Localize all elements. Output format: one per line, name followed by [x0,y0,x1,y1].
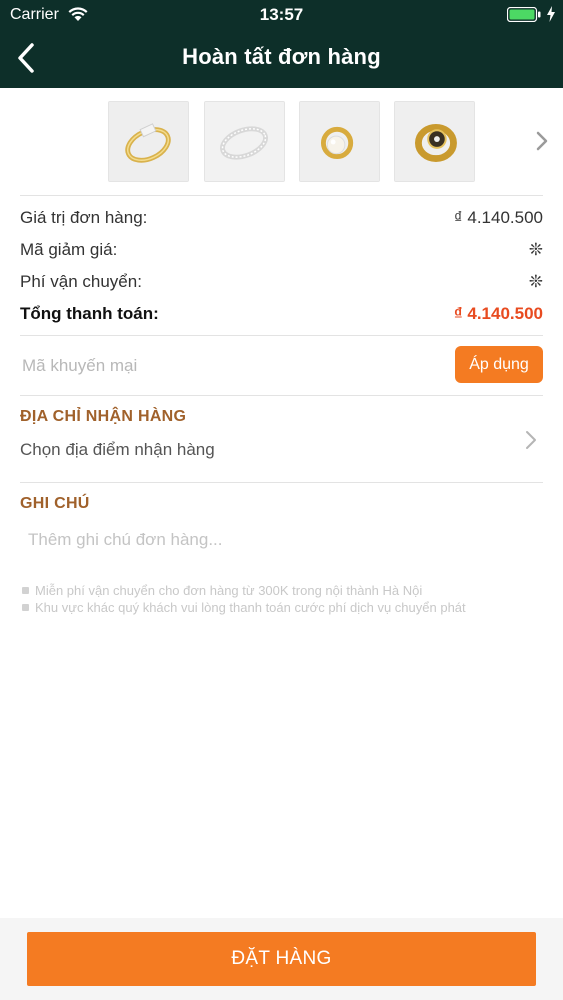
note-section-title: GHI CHÚ [20,495,90,512]
bullet-icon [22,604,29,611]
status-bar: Carrier 13:57 [0,0,563,30]
product-thumbnail[interactable] [204,101,285,182]
divider [20,335,543,336]
clock: 13:57 [259,5,304,24]
shipping-value: ❊ [528,272,543,291]
divider [20,482,543,483]
order-note-input[interactable] [26,525,540,555]
chevron-right-icon[interactable] [534,130,550,152]
order-value-row: Giá trị đơn hàng: ₫ 4.140.500 [20,208,543,232]
battery-icon [507,7,541,22]
shipping-row: Phí vận chuyển: ❊ [20,272,543,296]
ring-eternity-band-icon [205,102,284,181]
product-carousel[interactable] [0,88,563,196]
select-address-label: Chọn địa điểm nhận hàng [20,440,215,459]
nav-bar: Hoàn tất đơn hàng [0,30,563,88]
apply-promo-button[interactable]: Áp dụng [455,346,543,383]
address-section-title: ĐỊA CHỈ NHẬN HÀNG [20,408,187,425]
product-thumbnail[interactable] [108,101,189,182]
notice-text: Miễn phí vận chuyển cho đơn hàng từ 300K… [35,583,423,598]
discount-row: Mã giảm giá: ❊ [20,240,543,264]
total-value: ₫ 4.140.500 [453,304,543,323]
pearl-earring-icon [300,102,379,181]
discount-label: Mã giảm giá: [20,240,118,259]
discount-value: ❊ [528,240,543,259]
notice-item: Miễn phí vận chuyển cho đơn hàng từ 300K… [20,582,550,599]
ring-diamond-band-icon [109,102,188,181]
order-value: ₫ 4.140.500 [453,208,543,227]
page-title: Hoàn tất đơn hàng [182,44,381,69]
divider [20,395,543,396]
total-label: Tổng thanh toán: [20,304,159,323]
product-thumbnail[interactable] [394,101,475,182]
notice-item: Khu vực khác quý khách vui lòng thanh to… [20,599,550,616]
place-order-button[interactable]: ĐẶT HÀNG [27,932,536,986]
divider [20,195,543,196]
footer: ĐẶT HÀNG [0,918,563,1000]
notice-text: Khu vực khác quý khách vui lòng thanh to… [35,600,466,615]
gold-signet-ring-icon [395,102,474,181]
select-address-row[interactable]: Chọn địa điểm nhận hàng [0,430,563,470]
chevron-right-icon [526,431,536,449]
shipping-notices: Miễn phí vận chuyển cho đơn hàng từ 300K… [20,582,550,616]
total-row: Tổng thanh toán: ₫ 4.140.500 [20,304,543,328]
order-value-label: Giá trị đơn hàng: [20,208,148,227]
bullet-icon [22,587,29,594]
header: Carrier 13:57 Hoàn tất đơn hàng [0,0,563,88]
promo-code-input[interactable] [20,350,444,382]
product-thumbnail[interactable] [299,101,380,182]
charging-bolt-icon [547,6,555,22]
shipping-label: Phí vận chuyển: [20,272,142,291]
